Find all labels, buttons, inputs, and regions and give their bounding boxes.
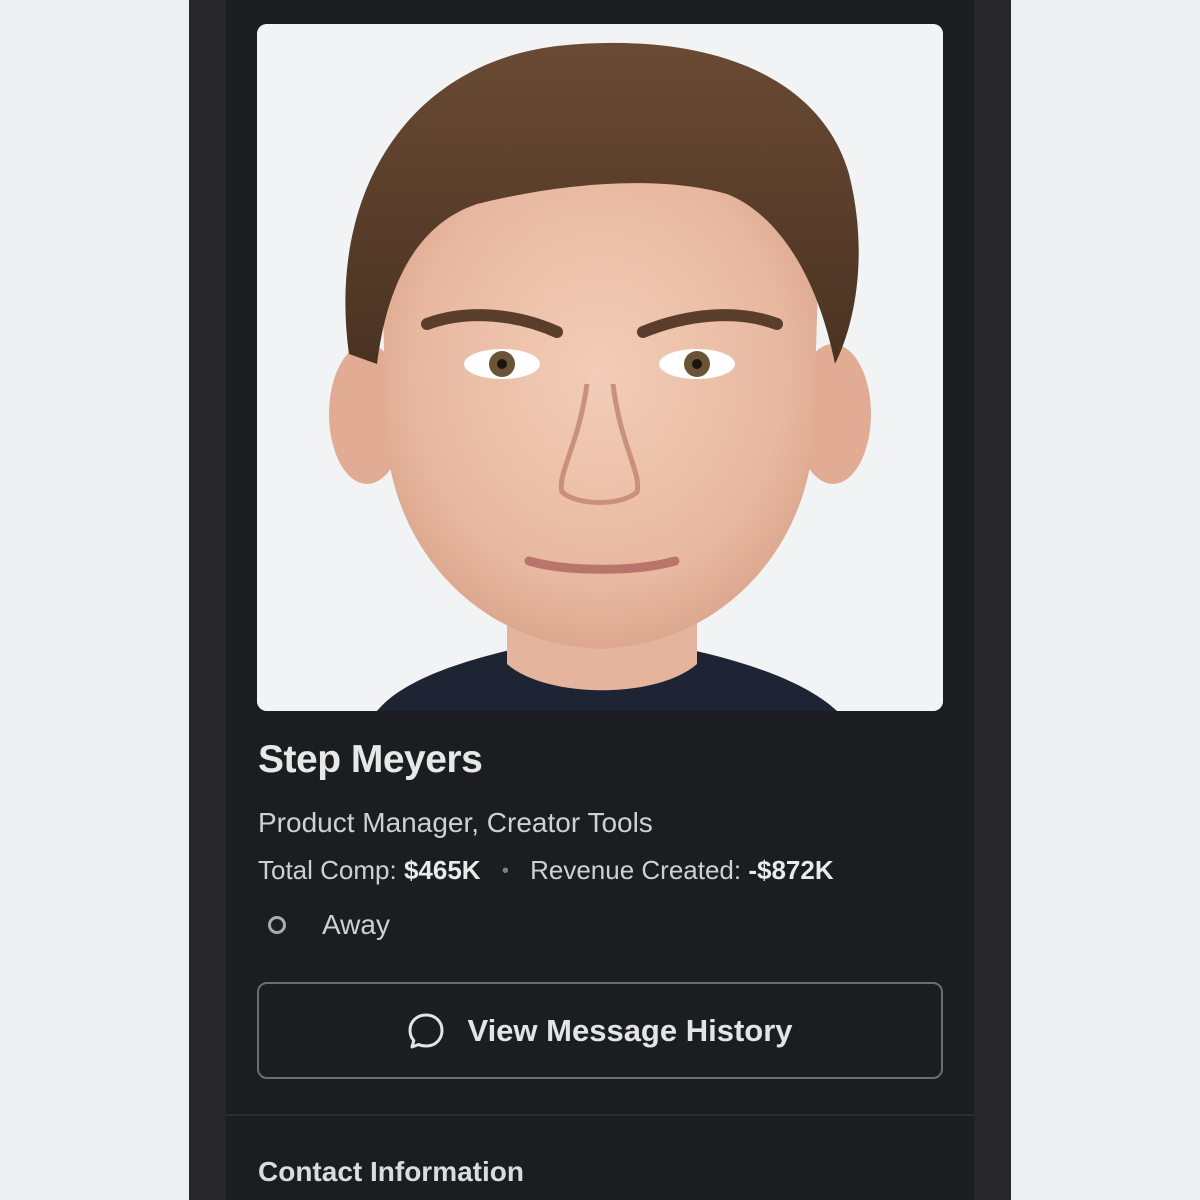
view-message-history-button[interactable]: View Message History [257, 982, 943, 1079]
profile-screen: Step Meyers Product Manager, Creator Too… [226, 0, 974, 1200]
compensation-stats: Total Comp: $465K • Revenue Created: -$8… [258, 855, 834, 886]
stats-separator: • [501, 860, 509, 882]
away-status-icon [268, 916, 286, 934]
job-title: Product Manager, Creator Tools [258, 807, 653, 838]
total-comp-label: Total Comp: [258, 855, 397, 885]
total-comp-value: $465K [403, 855, 481, 885]
status-label: Away [322, 909, 390, 940]
profile-name: Step Meyers [258, 738, 483, 781]
profile-photo-illustration [257, 24, 943, 711]
section-divider [226, 1114, 974, 1116]
contact-information-heading: Contact Information [258, 1156, 524, 1187]
message-bubble-icon [408, 1013, 444, 1048]
revenue-created-label: Revenue Created: [530, 855, 742, 885]
profile-photo[interactable] [257, 24, 943, 711]
revenue-created-value: -$872K [748, 855, 834, 885]
presence-status: Away [268, 909, 390, 941]
view-message-history-label: View Message History [467, 1012, 793, 1048]
